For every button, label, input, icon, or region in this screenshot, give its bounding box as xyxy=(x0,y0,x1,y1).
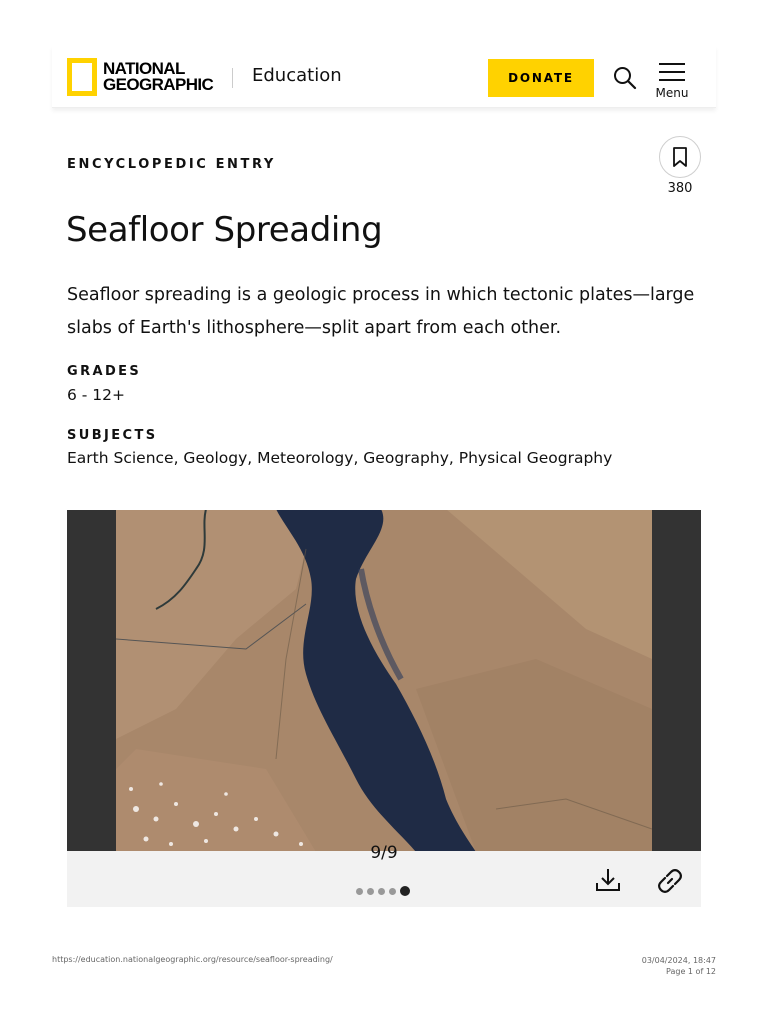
bookmark-count: 380 xyxy=(667,181,693,196)
menu-label: Menu xyxy=(655,86,689,100)
yellow-border-icon xyxy=(67,58,97,96)
subjects-value: Earth Science, Geology, Meteorology, Geo… xyxy=(67,449,613,467)
slide-dot[interactable] xyxy=(367,887,374,895)
slide-dots xyxy=(356,886,410,896)
page-title: Seafloor Spreading xyxy=(66,210,383,250)
download-icon[interactable] xyxy=(594,866,622,894)
link-icon[interactable] xyxy=(655,866,685,896)
content-type-kicker: ENCYCLOPEDIC ENTRY xyxy=(67,157,276,172)
natgeo-logo[interactable]: NATIONAL GEOGRAPHIC xyxy=(67,58,214,96)
page-url: https://education.nationalgeographic.org… xyxy=(52,955,333,964)
slide-dot[interactable] xyxy=(378,887,385,895)
menu-button[interactable]: Menu xyxy=(650,62,694,100)
print-info: 03/04/2024, 18:47 Page 1 of 12 xyxy=(642,955,716,977)
donate-button[interactable]: DONATE xyxy=(488,59,594,97)
logo-line-2: GEOGRAPHIC xyxy=(103,75,214,94)
site-header: NATIONAL GEOGRAPHIC Education DONATE Men… xyxy=(52,46,716,108)
bookmark-icon xyxy=(673,147,687,167)
print-datetime: 03/04/2024, 18:47 xyxy=(641,956,716,965)
red-sea-satellite-image xyxy=(116,510,652,851)
gallery-image-stage[interactable] xyxy=(67,510,701,851)
header-divider xyxy=(232,68,233,88)
slide-dot[interactable] xyxy=(356,887,363,895)
page-number: Page 1 of 12 xyxy=(666,967,716,976)
grades-label: GRADES xyxy=(67,364,142,379)
slide-dot[interactable] xyxy=(389,887,396,895)
search-icon[interactable] xyxy=(612,65,638,91)
article-summary: Seafloor spreading is a geologic process… xyxy=(67,285,695,338)
hamburger-icon xyxy=(659,63,685,81)
grades-value: 6 - 12+ xyxy=(67,386,126,404)
slide-dot-active[interactable] xyxy=(400,886,410,896)
subjects-label: SUBJECTS xyxy=(67,428,158,443)
section-link[interactable]: Education xyxy=(252,65,342,86)
bookmark-button[interactable] xyxy=(659,136,701,178)
logo-text: NATIONAL GEOGRAPHIC xyxy=(103,60,214,94)
slide-counter: 9/9 xyxy=(370,843,398,863)
